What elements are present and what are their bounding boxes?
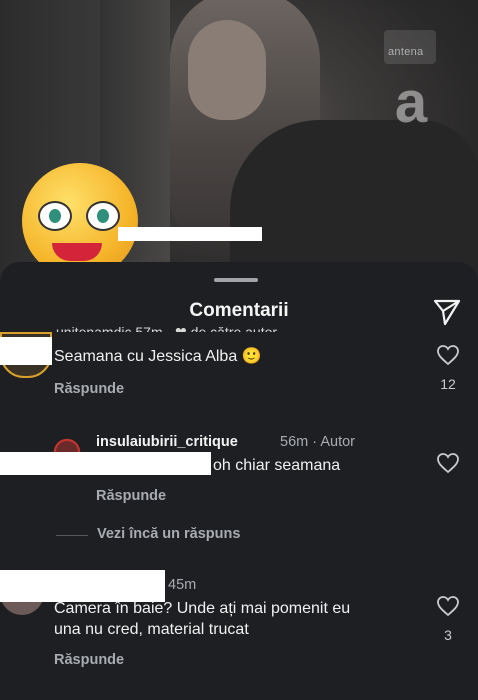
redaction-bar [0,337,52,365]
emoji-mouth [52,243,102,261]
smile-emoji-icon: 🙂 [241,348,262,365]
comments-sheet: Comentarii unitenamdic 57m · ❤ de către … [0,262,478,700]
comment-meta: 56m · Autor [280,434,355,450]
clipped-comment-header: unitenamdic 57m · ❤ de către autor [56,324,278,332]
comment-text-body: Seamana cu Jessica Alba [54,348,238,365]
drag-handle[interactable] [214,278,258,282]
thread-line [56,535,88,536]
reply-button[interactable]: Răspunde [54,381,124,397]
heart-icon[interactable] [436,452,460,474]
send-icon[interactable] [432,297,462,327]
reply-button[interactable]: Răspunde [54,652,124,668]
like-count: 3 [444,627,452,643]
heart-icon[interactable] [436,344,460,366]
comment-text: oh chiar seamana [213,457,341,474]
redaction-bar [0,452,211,475]
redaction-bar [118,227,262,241]
comment-text: Seamana cu Jessica Alba 🙂 [54,346,262,366]
channel-logo-icon: a [394,70,428,135]
sheet-title: Comentarii [189,300,289,321]
view-more-replies-button[interactable]: Vezi încă un răspuns [97,526,240,542]
comment-username[interactable]: insulaiubirii_critique [96,434,238,450]
person-face [188,20,266,120]
channel-watermark-text: antena [388,46,424,58]
comment-time: 45m [168,577,197,593]
reply-button[interactable]: Răspunde [96,488,166,504]
heart-icon[interactable] [436,595,460,617]
comment-text-line-2: una nu cred, material trucat [54,621,249,638]
comment-time: 56m [280,434,309,450]
like-count: 12 [440,376,456,392]
emoji-eye-left [38,201,72,231]
video-background[interactable]: antena a [0,0,478,290]
author-badge: Autor [320,434,355,450]
redaction-bar [0,570,165,602]
emoji-eye-right [86,201,120,231]
meta-separator: · [312,434,318,450]
comment-text-line-1: Camera în baie? Unde ați mai pomenit eu [54,600,351,617]
